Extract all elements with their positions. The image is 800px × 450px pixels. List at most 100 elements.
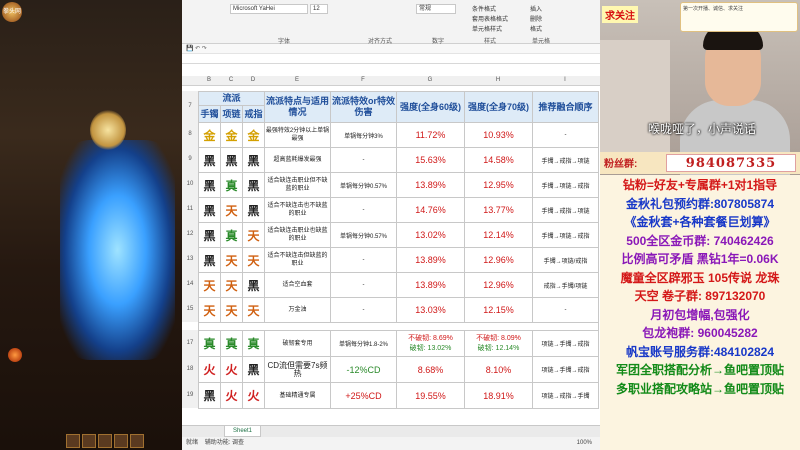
cell-lv70[interactable]: 不破韧: 8.09% 破韧: 12.14% bbox=[464, 330, 533, 357]
cell-lv70[interactable]: 8.10% bbox=[464, 356, 533, 383]
cell-bracelet[interactable]: 黑 bbox=[198, 382, 221, 409]
cell-necklace[interactable]: 黑 bbox=[220, 147, 243, 173]
cell-bracelet[interactable]: 黑 bbox=[198, 222, 221, 248]
cell-desc[interactable]: 适合不缺连击也不缺蓝的职业 bbox=[264, 197, 331, 223]
cell-desc[interactable]: 适合缺连击职业也缺蓝的职业 bbox=[264, 222, 331, 248]
cell-ring[interactable]: 黑 bbox=[242, 356, 265, 383]
cell-lv60[interactable]: 11.72% bbox=[396, 122, 465, 148]
cell-lv60[interactable]: 13.89% bbox=[396, 272, 465, 298]
row-header[interactable]: 10 bbox=[182, 172, 198, 197]
cell-necklace[interactable]: 真 bbox=[220, 330, 243, 357]
cell-necklace[interactable]: 火 bbox=[220, 382, 243, 409]
cell-desc[interactable]: 适合不缺连击但缺蓝的职业 bbox=[264, 247, 331, 273]
cell-effect[interactable]: 单锅每分钟0.57% bbox=[330, 222, 397, 248]
row-header[interactable]: 7 bbox=[182, 91, 198, 122]
cell-lv60[interactable]: 13.89% bbox=[396, 172, 465, 198]
cell-style-button[interactable]: 单元格样式 bbox=[472, 24, 502, 33]
cell-effect[interactable]: - bbox=[330, 147, 397, 173]
col-i[interactable]: I bbox=[532, 77, 598, 83]
cell-lv70[interactable]: 10.93% bbox=[464, 122, 533, 148]
cell-effect[interactable]: 单锅每分钟1.8-2% bbox=[330, 330, 397, 357]
cell-bracelet[interactable]: 黑 bbox=[198, 147, 221, 173]
cell-bracelet[interactable]: 金 bbox=[198, 122, 221, 148]
cell-ring[interactable]: 黑 bbox=[242, 197, 265, 223]
row-header[interactable]: 13 bbox=[182, 247, 198, 272]
cell-bracelet[interactable]: 黑 bbox=[198, 172, 221, 198]
cell-lv60[interactable]: 13.89% bbox=[396, 247, 465, 273]
header-lv60[interactable]: 强度(全身60级) bbox=[396, 91, 465, 123]
cell-ring[interactable]: 真 bbox=[242, 330, 265, 357]
row-header[interactable]: 9 bbox=[182, 147, 198, 172]
row-header[interactable]: 18 bbox=[182, 356, 198, 382]
cell-bracelet[interactable]: 火 bbox=[198, 356, 221, 383]
cell-effect[interactable]: - bbox=[330, 297, 397, 323]
cell-order[interactable]: 项链→手镯→戒指 bbox=[532, 356, 599, 383]
cell-desc[interactable]: 适合空血套 bbox=[264, 272, 331, 298]
cell-order[interactable]: 手镯→项链→戒指 bbox=[532, 172, 599, 198]
cell-lv70[interactable]: 12.96% bbox=[464, 247, 533, 273]
cell-order[interactable]: 项链→手镯→戒指 bbox=[532, 330, 599, 357]
col-d[interactable]: D bbox=[242, 77, 264, 83]
row-header[interactable]: 12 bbox=[182, 222, 198, 247]
row-header[interactable]: 11 bbox=[182, 197, 198, 222]
skill-slot[interactable] bbox=[98, 434, 112, 448]
promo-card[interactable]: 第一次开播、诚信、求关注 bbox=[680, 2, 798, 32]
col-c[interactable]: C bbox=[220, 77, 242, 83]
cell-lv60[interactable]: 19.55% bbox=[396, 382, 465, 409]
row-header[interactable]: 8 bbox=[182, 122, 198, 147]
cell-bracelet[interactable]: 天 bbox=[198, 272, 221, 298]
follow-banner[interactable]: 求关注 bbox=[602, 6, 638, 23]
col-h[interactable]: H bbox=[464, 77, 532, 83]
cell-order[interactable]: 手镯→项链/戒指 bbox=[532, 247, 599, 273]
header-effect[interactable]: 流派特效or特效伤害 bbox=[330, 91, 397, 123]
cell-bracelet[interactable]: 黑 bbox=[198, 197, 221, 223]
header-bracelet[interactable]: 手镯 bbox=[198, 105, 221, 123]
row-header[interactable]: 14 bbox=[182, 272, 198, 297]
cell-desc[interactable]: 万金油 bbox=[264, 297, 331, 323]
cell-lv70[interactable]: 14.58% bbox=[464, 147, 533, 173]
header-order[interactable]: 推荐融合顺序 bbox=[532, 91, 599, 123]
cell-necklace[interactable]: 天 bbox=[220, 247, 243, 273]
col-f[interactable]: F bbox=[330, 77, 396, 83]
cell-order[interactable]: 手镯→项链→戒指 bbox=[532, 222, 599, 248]
cell-desc[interactable]: 适合缺连击职业但不缺蓝的职业 bbox=[264, 172, 331, 198]
cell-effect[interactable]: -12%CD bbox=[330, 356, 397, 383]
cell-ring[interactable]: 金 bbox=[242, 122, 265, 148]
cell-lv60[interactable]: 15.63% bbox=[396, 147, 465, 173]
cell-lv70[interactable]: 13.77% bbox=[464, 197, 533, 223]
cell-order[interactable]: 手镯→戒指→项链 bbox=[532, 197, 599, 223]
header-lv70[interactable]: 强度(全身70级) bbox=[464, 91, 533, 123]
row-header[interactable]: 17 bbox=[182, 330, 198, 356]
col-b[interactable]: B bbox=[198, 77, 220, 83]
cell-effect[interactable]: - bbox=[330, 247, 397, 273]
cell-bracelet[interactable]: 天 bbox=[198, 297, 221, 323]
sheet-tab[interactable]: Sheet1 bbox=[224, 426, 262, 437]
row-header[interactable]: 19 bbox=[182, 382, 198, 408]
delete-button[interactable]: 删除 bbox=[530, 14, 542, 23]
formula-bar[interactable] bbox=[182, 54, 600, 64]
cell-necklace[interactable]: 真 bbox=[220, 172, 243, 198]
font-size-select[interactable]: 12 bbox=[310, 4, 328, 14]
cell-lv70[interactable]: 12.96% bbox=[464, 272, 533, 298]
cell-desc[interactable]: 破韧套专用 bbox=[264, 330, 331, 357]
cell-lv60[interactable]: 13.03% bbox=[396, 297, 465, 323]
skill-slot[interactable] bbox=[82, 434, 96, 448]
insert-button[interactable]: 插入 bbox=[530, 4, 542, 13]
cell-order[interactable]: - bbox=[532, 122, 599, 148]
cell-ring[interactable]: 黑 bbox=[242, 272, 265, 298]
skill-slot[interactable] bbox=[114, 434, 128, 448]
cell-order[interactable]: 戒指→手镯/项链 bbox=[532, 272, 599, 298]
cell-effect[interactable]: - bbox=[330, 197, 397, 223]
header-feature[interactable]: 流派特点与适用情况 bbox=[264, 91, 331, 123]
cell-order[interactable]: 手镯→戒指→项链 bbox=[532, 147, 599, 173]
cell-effect[interactable]: +25%CD bbox=[330, 382, 397, 409]
cell-order[interactable]: 项链→戒指→手镯 bbox=[532, 382, 599, 409]
cell-lv70[interactable]: 12.95% bbox=[464, 172, 533, 198]
cell-desc[interactable]: 基础精通专属 bbox=[264, 382, 331, 409]
blank-row[interactable] bbox=[198, 322, 599, 331]
header-ring[interactable]: 戒指 bbox=[242, 105, 265, 123]
font-name-select[interactable]: Microsoft YaHei bbox=[230, 4, 308, 14]
row-header[interactable]: 15 bbox=[182, 297, 198, 322]
header-necklace[interactable]: 项链 bbox=[220, 105, 243, 123]
col-e[interactable]: E bbox=[264, 77, 330, 83]
